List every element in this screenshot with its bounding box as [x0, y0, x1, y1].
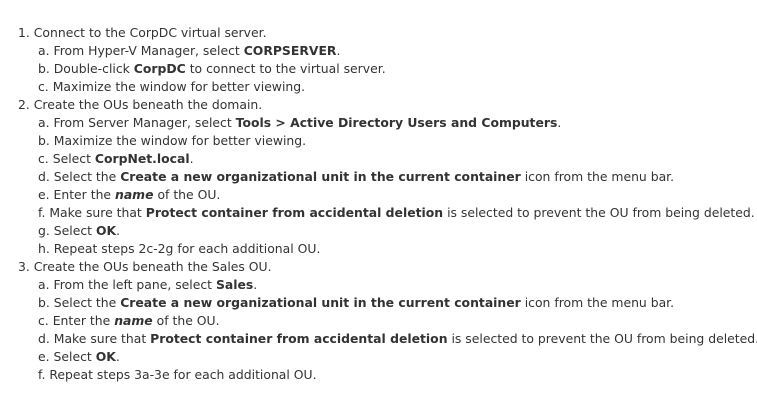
substep: e. Select OK.	[38, 349, 120, 364]
step-3-substeps: a. From the left pane, select Sales. b. …	[18, 276, 757, 384]
step-1-heading: 1. Connect to the CorpDC virtual server.	[18, 24, 753, 42]
step-text: Create the OUs beneath the domain.	[33, 97, 263, 112]
step-text: Connect to the CorpDC virtual server.	[33, 25, 267, 40]
substep: f. Repeat steps 3a-3e for each additiona…	[38, 367, 317, 382]
substep: a. From Server Manager, select Tools > A…	[38, 115, 562, 130]
substep: h. Repeat steps 2c-2g for each additiona…	[38, 241, 321, 256]
substep: b. Select the Create a new organizationa…	[38, 295, 675, 310]
substep: c. Select CorpNet.local.	[38, 151, 194, 166]
step-2-heading: 2. Create the OUs beneath the domain.	[18, 96, 753, 114]
step-number: 3.	[18, 259, 30, 274]
substep: f. Make sure that Protect container from…	[38, 205, 755, 220]
step-1-substeps: a. From Hyper-V Manager, select CORPSERV…	[18, 42, 753, 96]
substep: b. Maximize the window for better viewin…	[38, 133, 307, 148]
substep: b. Double-click CorpDC to connect to the…	[38, 61, 386, 76]
substep: a. From Hyper-V Manager, select CORPSERV…	[38, 43, 341, 58]
step-3-heading: 3. Create the OUs beneath the Sales OU.	[18, 258, 753, 276]
substep: a. From the left pane, select Sales.	[38, 277, 258, 292]
substep: c. Maximize the window for better viewin…	[38, 79, 306, 94]
step-2: 2. Create the OUs beneath the domain. a.…	[18, 96, 755, 258]
substep: e. Enter the name of the OU.	[38, 187, 221, 202]
step-1: 1. Connect to the CorpDC virtual server.…	[18, 24, 753, 96]
step-3: 3. Create the OUs beneath the Sales OU. …	[18, 258, 757, 384]
instructions-list: 1. Connect to the CorpDC virtual server.…	[18, 24, 757, 384]
step-2-substeps: a. From Server Manager, select Tools > A…	[18, 114, 755, 258]
step-number: 1.	[18, 25, 30, 40]
top-divider	[0, 0, 757, 1]
step-text: Create the OUs beneath the Sales OU.	[33, 259, 272, 274]
substep: d. Make sure that Protect container from…	[38, 331, 757, 346]
step-number: 2.	[18, 97, 30, 112]
substep: g. Select OK.	[38, 223, 121, 238]
substep: d. Select the Create a new organizationa…	[38, 169, 675, 184]
substep: c. Enter the name of the OU.	[38, 313, 220, 328]
